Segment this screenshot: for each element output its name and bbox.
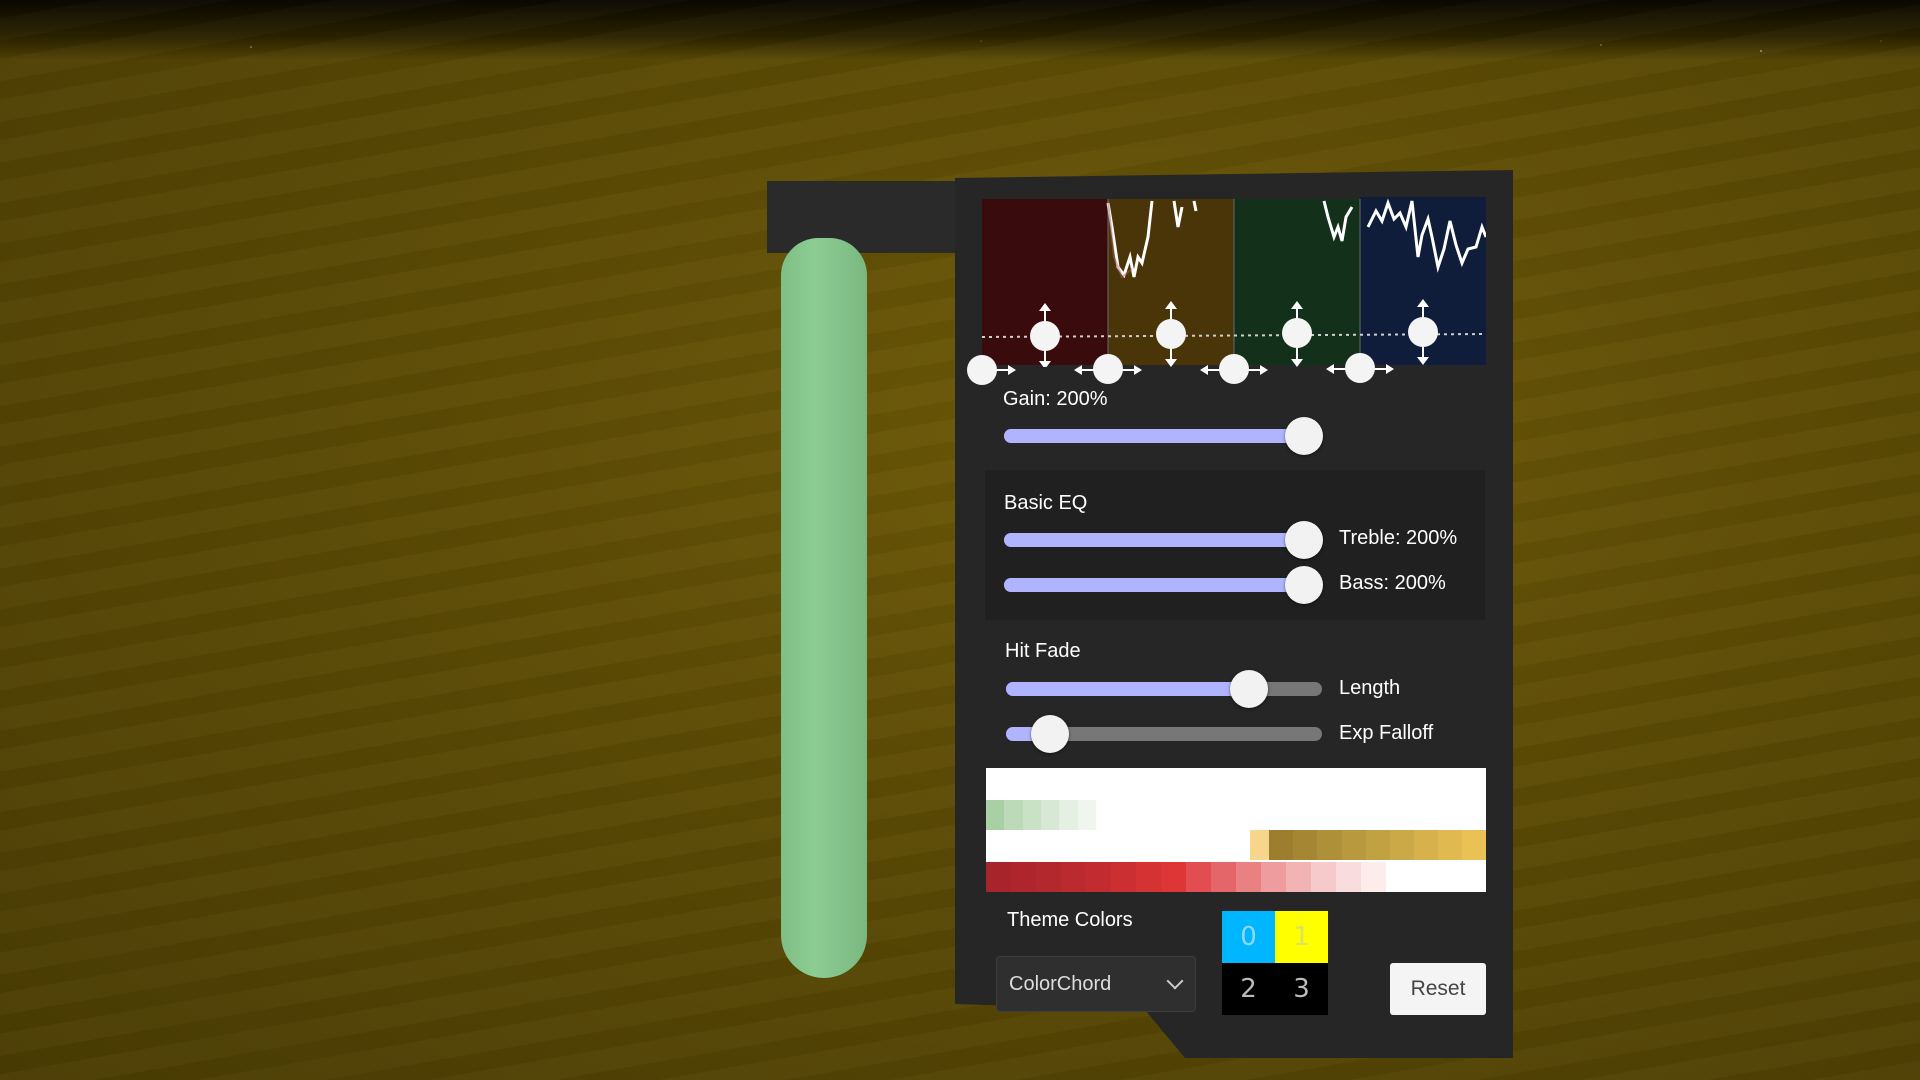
crossover-handle[interactable] [967,355,1016,385]
reset-button[interactable]: Reset [1390,963,1486,1015]
theme-color-2[interactable]: 2 [1222,963,1275,1015]
palette-row-red [986,862,1486,892]
treble-slider-thumb[interactable] [1285,521,1323,559]
theme-color-grid: 0 1 2 3 [1222,911,1328,1015]
bass-slider-thumb[interactable] [1285,566,1323,604]
theme-color-3[interactable]: 3 [1275,963,1328,1015]
bass-slider-fill [1004,578,1304,592]
treble-label: Treble: 200% [1339,527,1458,549]
color-palette-preview [986,768,1486,892]
exp-falloff-slider-thumb[interactable] [1031,715,1070,753]
theme-color-0[interactable]: 0 [1222,911,1275,963]
light-tube[interactable] [781,238,867,978]
chevron-down-icon [1166,972,1184,990]
length-slider[interactable] [1006,670,1322,708]
theme-select[interactable]: ColorChord [996,956,1196,1012]
length-label: Length [1339,677,1401,699]
gain-label: Gain: 200% [1003,388,1108,410]
treble-slider-fill [1004,533,1304,547]
basic-eq-title: Basic EQ [1004,492,1088,514]
spectrum-visualizer[interactable] [982,197,1486,367]
theme-colors-label: Theme Colors [1007,909,1133,931]
gain-slider-thumb[interactable] [1285,417,1323,455]
tube-mount-arm [767,181,967,253]
theme-color-2-text: 2 [1240,974,1257,1004]
crossover-handle[interactable] [1326,353,1394,383]
length-slider-fill [1006,682,1250,696]
theme-color-1[interactable]: 1 [1275,911,1328,963]
theme-color-0-text: 0 [1240,922,1257,952]
palette-row-gold [1250,830,1486,860]
spectrum-svg [982,197,1486,367]
crossover-handle[interactable] [1074,354,1142,384]
crossover-handle[interactable] [1200,354,1268,384]
bass-slider[interactable] [1004,566,1323,604]
hit-fade-title: Hit Fade [1005,640,1081,662]
exp-falloff-label: Exp Falloff [1339,722,1434,744]
gain-slider-fill [1004,429,1304,443]
treble-slider[interactable] [1004,521,1323,559]
bass-label: Bass: 200% [1339,572,1446,594]
palette-row-green [986,800,1096,830]
theme-color-1-text: 1 [1293,922,1310,952]
exp-falloff-slider[interactable] [1006,715,1322,753]
crossover-handles [967,353,1394,385]
theme-color-3-text: 3 [1293,974,1310,1004]
theme-select-value: ColorChord [1009,972,1112,995]
gain-slider[interactable] [1004,417,1323,455]
